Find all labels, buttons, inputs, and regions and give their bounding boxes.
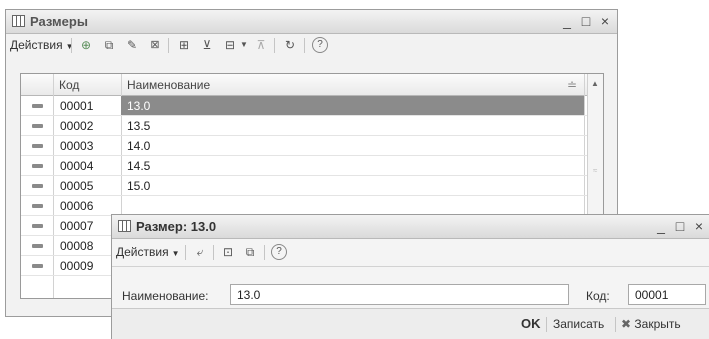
cell-code: 00008 [60,239,94,253]
item-marker-icon [32,164,43,168]
column-header-code[interactable]: Код [59,78,79,92]
list-form-icon [12,15,25,27]
cell-code: 00007 [60,219,94,233]
ok-button[interactable]: OK [521,316,541,331]
cell-code: 00002 [60,119,94,133]
edit-icon[interactable]: ✎ [124,37,140,53]
column-header-name[interactable]: Наименование [127,78,210,92]
table-row[interactable]: 00001 13.0 [21,96,588,116]
code-label: Код: [586,289,610,303]
dropdown-arrow-icon: ▼ [171,249,180,258]
footer-separator [615,317,616,332]
cell-code: 00003 [60,139,94,153]
table-row[interactable]: 00004 14.5 [21,156,588,176]
item-marker-icon [32,184,43,188]
dialog-maximize-button[interactable]: □ [672,218,688,234]
code-field[interactable]: 00001 [628,284,706,305]
help-icon[interactable]: ? [312,37,328,53]
close-dialog-button[interactable]: ✖ Закрыть [621,317,681,331]
cell-name: 15.0 [127,179,151,193]
dialog-close-button[interactable]: × [691,218,707,234]
filter-by-value-icon[interactable]: ⊻ [199,37,215,53]
table-row[interactable]: 00002 13.5 [21,116,588,136]
dropdown-arrow-icon: ▼ [65,42,74,51]
refresh-icon[interactable]: ↻ [282,37,298,53]
actions-label: Действия [10,38,63,52]
size-item-dialog: Размер: 13.0 _ □ × Действия ▼ ⤶ ⊡ ⧉ ? Наи… [111,214,709,339]
filter-settings-icon[interactable]: ⊞ [176,37,192,53]
toolbar-separator [168,38,169,53]
cell-code: 00004 [60,159,94,173]
footer-separator [546,317,547,332]
copy-icon[interactable]: ⧉ [101,37,117,53]
cell-name: 14.0 [127,139,151,153]
scroll-thumb-grip-icon[interactable]: ≈ [593,166,597,175]
save-button[interactable]: Записать [553,317,604,331]
table-row[interactable]: 00006 [21,196,588,216]
reread-icon[interactable]: ⊡ [220,244,236,260]
cell-name: 13.0 [127,99,151,113]
item-marker-icon [32,204,43,208]
scroll-up-arrow-icon[interactable]: ▲ [591,79,599,88]
close-x-icon: ✖ [621,317,632,331]
name-label: Наименование: [122,289,209,303]
table-header: Код Наименование ≐ [21,74,603,96]
main-titlebar[interactable]: Размеры _ □ × [6,10,617,34]
cell-code: 00001 [60,99,94,113]
cell-code: 00006 [60,199,94,213]
cell-code: 00005 [60,179,94,193]
dialog-toolbar: Действия ▼ ⤶ ⊡ ⧉ ? [112,241,709,265]
dialog-titlebar[interactable]: Размер: 13.0 _ □ × [112,215,709,239]
toolbar-separator [274,38,275,53]
cell-name: 13.5 [127,119,151,133]
toolbar-separator [304,38,305,53]
item-marker-icon [32,104,43,108]
main-window-title: Размеры [30,14,88,29]
toolbar-separator [264,245,265,260]
cell-name: 14.5 [127,159,151,173]
item-marker-icon [32,244,43,248]
dialog-divider [112,266,709,267]
dialog-footer: OK Записать ✖ Закрыть [112,308,709,339]
row-selection-highlight [121,96,584,115]
save-and-close-icon[interactable]: ⤶ [192,244,208,260]
item-marker-icon [32,224,43,228]
cell-code: 00009 [60,259,94,273]
help-icon[interactable]: ? [271,244,287,260]
item-marker-icon [32,264,43,268]
dialog-title: Размер: 13.0 [136,219,217,234]
filter-dropdown-arrow-icon[interactable]: ▼ [236,37,252,53]
item-marker-icon [32,124,43,128]
table-row[interactable]: 00003 14.0 [21,136,588,156]
sort-icon[interactable]: ≐ [567,78,577,92]
name-field[interactable]: 13.0 [230,284,569,305]
dialog-minimize-button[interactable]: _ [653,218,669,234]
main-toolbar: Действия ▼ ⊕ ⧉ ✎ ⊠ ⊞ ⊻ ⊟ ▼ ⊼ ↻ ? [6,34,617,58]
minimize-button[interactable]: _ [559,13,575,29]
toolbar-separator [185,245,186,260]
toolbar-separator [71,38,72,53]
item-form-icon [118,220,131,232]
close-button[interactable]: × [597,13,613,29]
item-marker-icon [32,144,43,148]
add-icon[interactable]: ⊕ [78,37,94,53]
actions-menu-button[interactable]: Действия ▼ [10,38,74,52]
maximize-button[interactable]: □ [578,13,594,29]
dialog-actions-label: Действия [116,245,169,259]
toolbar-separator [213,245,214,260]
copy-icon[interactable]: ⧉ [242,244,258,260]
close-label: Закрыть [634,317,681,331]
delete-icon[interactable]: ⊠ [147,37,163,53]
table-row[interactable]: 00005 15.0 [21,176,588,196]
clear-filter-icon[interactable]: ⊼ [253,37,269,53]
dialog-actions-menu-button[interactable]: Действия ▼ [116,245,180,259]
